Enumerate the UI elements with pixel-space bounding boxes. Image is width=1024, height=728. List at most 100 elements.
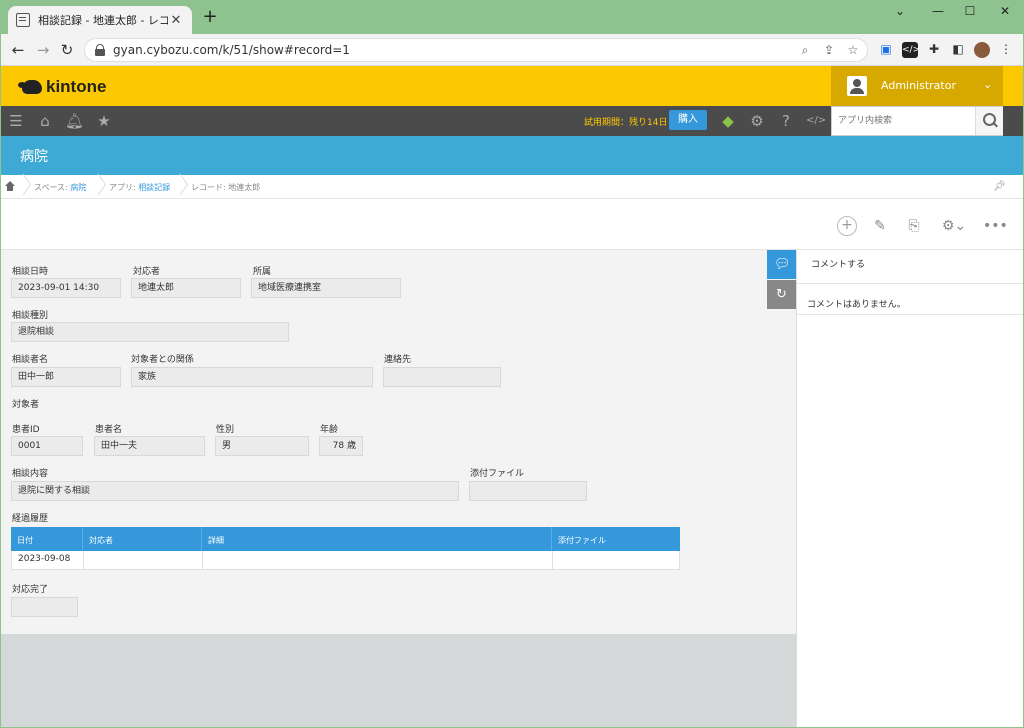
profile-avatar[interactable] (974, 42, 990, 58)
browser-tab[interactable]: 相談記録 - 地連太郎 - レコードの詳 ✕ (8, 6, 192, 34)
subtable-col-handler: 対応者 (83, 527, 202, 551)
user-name: Administrator (881, 79, 956, 92)
minimize-button[interactable]: — (923, 4, 953, 20)
history-subtable: 日付 対応者 詳細 添付ファイル 2023-09-08 (11, 527, 680, 570)
record-settings-gear-icon[interactable]: ⚙⌄ (940, 216, 968, 236)
breadcrumb-space: スペース: 病院 (34, 183, 87, 192)
code-icon[interactable]: </> (806, 112, 826, 130)
add-record-button[interactable]: + (837, 216, 857, 236)
subtable-col-attachment: 添付ファイル (558, 536, 606, 545)
app-search (831, 106, 1003, 136)
edit-record-icon[interactable]: ✎ (870, 216, 890, 236)
comment-pane: コメントする コメントはありません。 (796, 250, 1024, 728)
comment-placeholder: コメントする (811, 260, 866, 270)
menu-icon[interactable]: ☰ (7, 112, 25, 130)
consult-datetime-label: 相談日時 (12, 267, 49, 277)
search-icon[interactable] (975, 107, 1003, 135)
duplicate-record-icon[interactable]: ⎘ (904, 216, 924, 236)
department-label: 所属 (253, 267, 272, 277)
beginner-icon[interactable]: ◆ (719, 112, 737, 130)
contact-label: 連絡先 (384, 355, 412, 365)
browser-toolbar: ← → ↻ gyan.cybozu.com/k/51/show#record=1… (0, 34, 1024, 66)
browser-tab-strip: 相談記録 - 地連太郎 - レコードの詳 ✕ + ⌄ — ☐ ✕ (0, 0, 1024, 34)
consult-type-value: 退院相談 (11, 322, 289, 342)
contact-value (383, 367, 501, 387)
consult-type-label: 相談種別 (12, 311, 49, 321)
tab-search-chevron-icon[interactable]: ⌄ (885, 4, 915, 20)
sex-label: 性別 (216, 425, 235, 435)
table-row: 2023-09-08 (11, 551, 680, 570)
breadcrumb-space-link[interactable]: 病院 (70, 183, 86, 192)
extension-tab-icon[interactable]: ▣ (878, 42, 894, 58)
consultant-name-label: 相談者名 (12, 355, 49, 365)
space-header: 病院 (0, 136, 1024, 175)
new-tab-button[interactable]: + (200, 8, 220, 28)
devtools-extension-icon[interactable]: </> (902, 42, 920, 58)
kintone-bird-icon (18, 80, 42, 94)
extensions-puzzle-icon[interactable]: ✚ (926, 42, 942, 58)
breadcrumb-separator (92, 175, 100, 199)
completed-label: 対応完了 (12, 585, 49, 595)
reload-button[interactable]: ↻ (57, 40, 77, 60)
user-avatar-icon (847, 76, 867, 96)
space-title: 病院 (20, 149, 48, 165)
kintone-logo-text: kintone (46, 77, 107, 96)
app-search-input[interactable] (832, 107, 975, 135)
age-value: 78 歳 (319, 436, 363, 456)
handler-label: 対応者 (133, 267, 161, 277)
close-window-button[interactable]: ✕ (990, 4, 1020, 20)
zoom-icon[interactable]: ⌕ (797, 43, 813, 59)
consult-datetime-value: 2023-09-01 14:30 (11, 278, 121, 298)
comment-input[interactable]: コメントする (797, 250, 1024, 284)
attachment-value (469, 481, 587, 501)
no-comments-text: コメントはありません。 (807, 300, 906, 310)
lock-icon[interactable] (95, 44, 105, 56)
sex-value: 男 (215, 436, 309, 456)
help-icon[interactable]: ? (777, 112, 795, 130)
share-icon[interactable]: ⇪ (821, 43, 837, 59)
history-label: 経過履歴 (12, 514, 49, 524)
breadcrumb-app-link[interactable]: 相談記録 (138, 183, 170, 192)
browser-menu-icon[interactable]: ⋮ (998, 42, 1014, 58)
consultant-name-value: 田中一郎 (11, 367, 121, 387)
pin-icon[interactable]: 📌︎ (993, 181, 1006, 192)
patient-id-value: 0001 (11, 436, 83, 456)
comment-tab[interactable]: 💬︎ (767, 250, 796, 279)
favorites-star-icon[interactable]: ★ (95, 112, 113, 130)
subject-group-label: 対象者 (12, 400, 40, 410)
user-menu[interactable]: Administrator ⌄ (831, 66, 1003, 106)
chevron-down-icon: ⌄ (983, 78, 993, 91)
maximize-button[interactable]: ☐ (955, 4, 985, 20)
bookmark-star-icon[interactable]: ☆ (845, 43, 861, 59)
url-text[interactable]: gyan.cybozu.com/k/51/show#record=1 (113, 43, 350, 57)
history-clock-icon: ↻ (776, 287, 787, 302)
history-tab[interactable]: ↻ (767, 280, 796, 309)
subtable-cell-handler (84, 551, 203, 569)
forward-button[interactable]: → (33, 40, 53, 60)
notification-bell-icon[interactable]: 🔔︎ (65, 112, 84, 130)
side-panel-icon[interactable]: ◧ (950, 42, 966, 58)
comment-bubble-icon: 💬︎ (774, 257, 791, 272)
subtable-cell-attachment (553, 551, 679, 569)
breadcrumb-home-icon[interactable] (5, 181, 15, 191)
relation-label: 対象者との関係 (131, 355, 194, 365)
back-button[interactable]: ← (8, 40, 28, 60)
breadcrumb-separator (17, 175, 25, 199)
content-value: 退院に関する相談 (11, 481, 459, 501)
breadcrumb-separator (174, 175, 182, 199)
handler-value: 地連太郎 (131, 278, 241, 298)
kintone-logo[interactable]: kintone (18, 77, 107, 97)
comment-divider (797, 314, 1024, 315)
more-options-icon[interactable]: ••• (983, 216, 1008, 236)
department-value: 地域医療連携室 (251, 278, 401, 298)
browser-tab-title: 相談記録 - 地連太郎 - レコードの詳 (38, 14, 168, 27)
completed-value (11, 597, 78, 617)
home-icon[interactable]: ⌂ (36, 112, 54, 130)
address-bar[interactable]: gyan.cybozu.com/k/51/show#record=1 ⌕ ⇪ ☆ (84, 38, 868, 62)
kintone-toolbar: ☰ ⌂ 🔔︎ ★ 試用期間：残り14日 購入 ◆ ⚙ ? </> (0, 106, 1024, 136)
settings-gear-icon[interactable]: ⚙ (748, 112, 766, 130)
buy-button[interactable]: 購入 (669, 110, 707, 130)
close-tab-icon[interactable]: ✕ (168, 13, 184, 28)
kintone-header: kintone Administrator ⌄ (0, 66, 1024, 106)
trial-period-text: 試用期間：残り14日 (584, 118, 668, 128)
